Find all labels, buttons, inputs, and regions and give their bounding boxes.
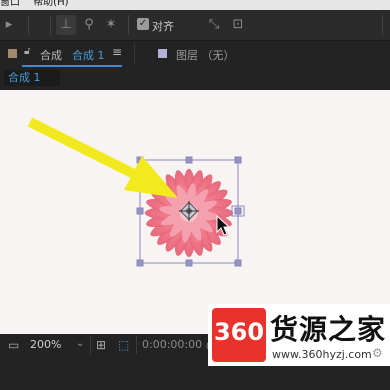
watermark-badge: 360 货源之家 www.360hyzj.com	[208, 304, 390, 366]
pin-bend-icon[interactable]: ✶	[102, 16, 120, 34]
brand-url: www.360hyzj.com	[272, 348, 372, 361]
composition-subtabs: 合成 1	[0, 67, 390, 89]
toolbar-divider	[382, 15, 383, 35]
footer-divider	[136, 336, 137, 354]
toolbar-divider	[128, 15, 129, 35]
viewer-canvas	[27, 117, 245, 267]
tab-composition-1[interactable]: 合成 1	[72, 47, 105, 63]
panel-divider	[134, 44, 135, 64]
chevron-down-icon[interactable]: ⌄	[76, 338, 84, 349]
region-of-interest-icon[interactable]: ⊞	[96, 338, 106, 352]
tab-layer-none[interactable]: 图层 （无）	[176, 47, 235, 63]
puppet-tool-icon[interactable]: ⚲	[80, 16, 98, 34]
menu-help[interactable]: 帮助(H)	[33, 0, 68, 8]
snap-mode-icon[interactable]: ⤡	[205, 16, 223, 34]
snap-target-icon[interactable]: ⊡	[229, 16, 247, 34]
monitor-icon[interactable]: ▭	[8, 338, 19, 352]
hamburger-icon[interactable]: ≡	[112, 45, 122, 59]
pin-tool-icon[interactable]: ⊥	[57, 16, 75, 34]
composition-color-swatch	[8, 49, 17, 58]
toolbar-divider	[28, 15, 29, 35]
toolbar-divider	[50, 15, 51, 35]
composition-viewer[interactable]	[0, 90, 390, 334]
brand-logo-text: 360	[213, 318, 265, 346]
footer-divider	[90, 336, 91, 354]
panel-tabs: 🔓︎ 合成 合成 1 ≡ 图层 （无）	[0, 41, 390, 67]
transparency-grid-icon[interactable]: ⬚	[118, 338, 129, 352]
layer-color-swatch	[158, 49, 167, 58]
panel-prefix-label: 合成	[40, 49, 62, 62]
settings-icon[interactable]: ⚙	[372, 346, 383, 360]
lock-icon[interactable]: 🔓︎	[24, 46, 30, 57]
toolbar: ▸ ⊥ ⚲ ✶ ✓ 对齐 ⤡ ⊡	[0, 10, 390, 41]
selection-tool-icon[interactable]: ▸	[0, 16, 18, 34]
zoom-level[interactable]: 200%	[30, 338, 61, 351]
current-time[interactable]: 0:00:00:00	[142, 338, 202, 351]
snap-label: 对齐	[152, 20, 174, 33]
brand-title: 货源之家	[270, 313, 387, 346]
snap-checkbox[interactable]: ✓	[137, 18, 149, 30]
menubar: 窗口 帮助(H)	[0, 0, 390, 10]
menu-window[interactable]: 窗口	[0, 0, 20, 8]
composition-chip[interactable]: 合成 1	[4, 70, 60, 86]
